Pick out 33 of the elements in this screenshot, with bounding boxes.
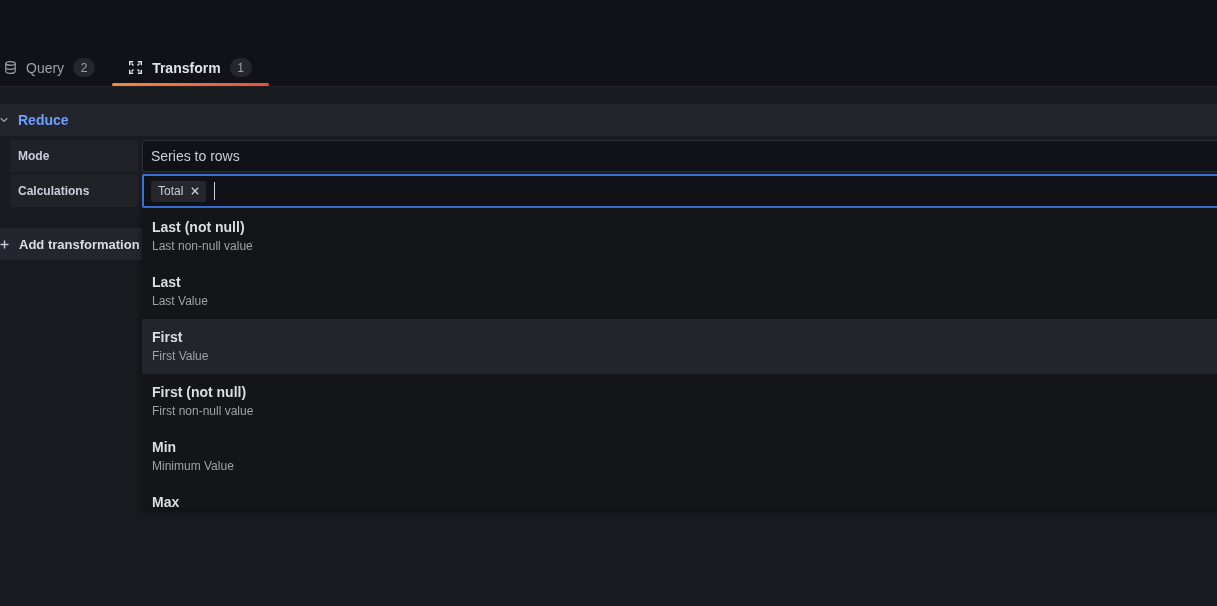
database-icon [5,61,16,74]
count-badge: 2 [73,58,96,77]
plus-icon [0,239,9,249]
tab[interactable]: Query 2 [0,50,113,86]
option-label: First (not null) [152,383,248,402]
count-badge: 1 [229,58,252,77]
text-cursor [214,182,216,200]
option-label: First [152,328,184,347]
field-label: Mode [10,140,138,172]
remove-icon[interactable] [191,187,200,195]
option-description: First non-null value [152,403,255,420]
option-description: First Value [152,348,210,365]
menu-option[interactable]: First (not null) First non-null value [142,374,1217,429]
option-description: Last non-null value [152,238,254,255]
option-label: Max [152,493,181,508]
expand-arrows-icon [129,61,143,74]
menu-option[interactable]: First First Value [142,319,1217,374]
menu-option[interactable]: Min Minimum Value [142,429,1217,484]
menu-option[interactable]: Last (not null) Last non-null value [142,209,1217,264]
option-description: Minimum Value [152,458,235,475]
option-label: Last (not null) [152,218,246,237]
menu-option[interactable]: Last Last Value [142,264,1217,319]
select-field[interactable]: Series to rows [142,140,1217,172]
option-label: Min [152,438,178,457]
field-label: Calculations [10,175,138,207]
multi-select-field[interactable]: Total [142,174,1217,208]
option-description: Last Value [152,293,209,310]
transformation-header[interactable]: Reduce [0,104,1217,136]
tab[interactable]: Transform 1 [112,50,269,86]
option-label: Last [152,273,182,292]
chip-label: Total [158,184,184,198]
menu-option[interactable]: Max [142,484,1217,508]
add-transformation-button[interactable]: Add transformation [0,228,142,260]
